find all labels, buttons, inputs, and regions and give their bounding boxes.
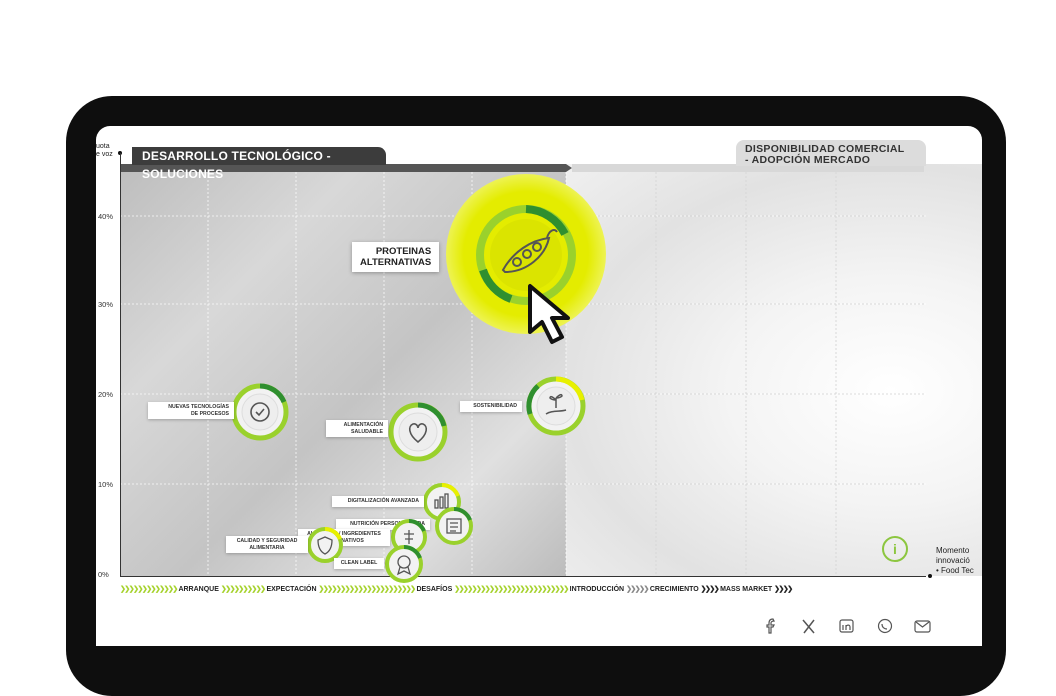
stage-mass-market: MASS MARKET xyxy=(720,586,773,593)
stage-chevrons: ❯❯❯❯ xyxy=(700,586,720,593)
stage-chevrons: ❯❯❯❯❯❯❯❯❯❯❯❯❯❯❯❯❯❯❯❯❯❯❯❯❯❯ xyxy=(454,586,569,593)
ytick-30: 30% xyxy=(98,300,114,309)
ytick-10: 10% xyxy=(98,480,114,489)
bubble-sostenibilidad[interactable] xyxy=(524,374,588,438)
label-alimentacion-saludable: ALIMENTACIÓN SALUDABLE xyxy=(326,420,388,437)
tablet-screen: DESARROLLO TECNOLÓGICO - SOLUCIONES DISP… xyxy=(96,126,982,646)
xaxis-line xyxy=(120,576,926,577)
left-section-header: DESARROLLO TECNOLÓGICO - SOLUCIONES xyxy=(132,147,386,181)
stage-expectacion: EXPECTACIÓN xyxy=(266,586,317,593)
stage-chevrons: ❯❯❯❯❯❯❯❯❯❯❯❯❯❯❯❯❯❯❯❯❯❯ xyxy=(318,586,416,593)
bubble-nuevas-tecnologias[interactable] xyxy=(230,382,290,442)
label-calidad-seguridad: CALIDAD Y SEGURIDAD ALIMENTARIA xyxy=(226,536,308,553)
ytick-40: 40% xyxy=(98,212,114,221)
label-clean-label: CLEAN LABEL xyxy=(334,558,384,569)
stage-bar: ❯❯❯❯❯❯❯❯❯❯❯❯❯ ARRANQUE ❯❯❯❯❯❯❯❯❯❯ EXPECT… xyxy=(120,584,940,596)
xaxis-label: Momento innovació • Food Tec xyxy=(936,546,974,576)
linkedin-icon[interactable] xyxy=(836,618,858,636)
label-nuevas-tecnologias: NUEVAS TECNOLOGÍAS DE PROCESOS xyxy=(148,402,234,419)
bubble-clean-label[interactable] xyxy=(384,544,424,584)
xaxis-end-dot xyxy=(928,574,932,578)
xaxis-label-line-1: Momento xyxy=(936,546,970,555)
ytick-0: 0% xyxy=(98,570,109,579)
stage-introduccion: INTRODUCCIÓN xyxy=(569,586,625,593)
stage-crecimiento: CRECIMIENTO xyxy=(649,586,699,593)
xaxis-label-line-3: • Food Tec xyxy=(936,566,974,575)
stage-chevrons: ❯❯❯❯ xyxy=(774,586,793,593)
stage-chevrons: ❯❯❯❯❯❯❯❯❯❯ xyxy=(220,586,266,593)
label-digitalizacion-avanzada: DIGITALIZACIÓN AVANZADA xyxy=(332,496,424,507)
facebook-icon[interactable] xyxy=(760,618,782,636)
yaxis-label: uota e voz xyxy=(96,143,113,158)
info-button[interactable]: i xyxy=(882,536,908,562)
stage-desafios: DESAFÍOS xyxy=(416,586,453,593)
bubble-alimentacion-saludable[interactable] xyxy=(386,400,450,464)
stage-chevrons: ❯❯❯❯❯ xyxy=(626,586,649,593)
xaxis-label-line-2: innovació xyxy=(936,556,970,565)
x-icon[interactable] xyxy=(798,618,820,636)
stage-chevrons: ❯❯❯❯❯❯❯❯❯❯❯❯❯ xyxy=(120,586,178,593)
whatsapp-icon[interactable] xyxy=(874,618,896,636)
label-proteinas-alternativas: PROTEINAS ALTERNATIVAS xyxy=(352,242,440,272)
stage-arranque: ARRANQUE xyxy=(178,586,219,593)
label-sostenibilidad: SOSTENIBILIDAD xyxy=(460,401,522,412)
yaxis-line xyxy=(120,153,121,576)
mouse-pointer-icon xyxy=(528,284,570,344)
bubble-nutricion-personalizada[interactable] xyxy=(434,506,474,546)
right-section-header: DISPONIBILIDAD COMERCIAL - ADOPCIÓN MERC… xyxy=(736,140,926,166)
ytick-20: 20% xyxy=(98,390,114,399)
mail-icon[interactable] xyxy=(912,618,934,636)
